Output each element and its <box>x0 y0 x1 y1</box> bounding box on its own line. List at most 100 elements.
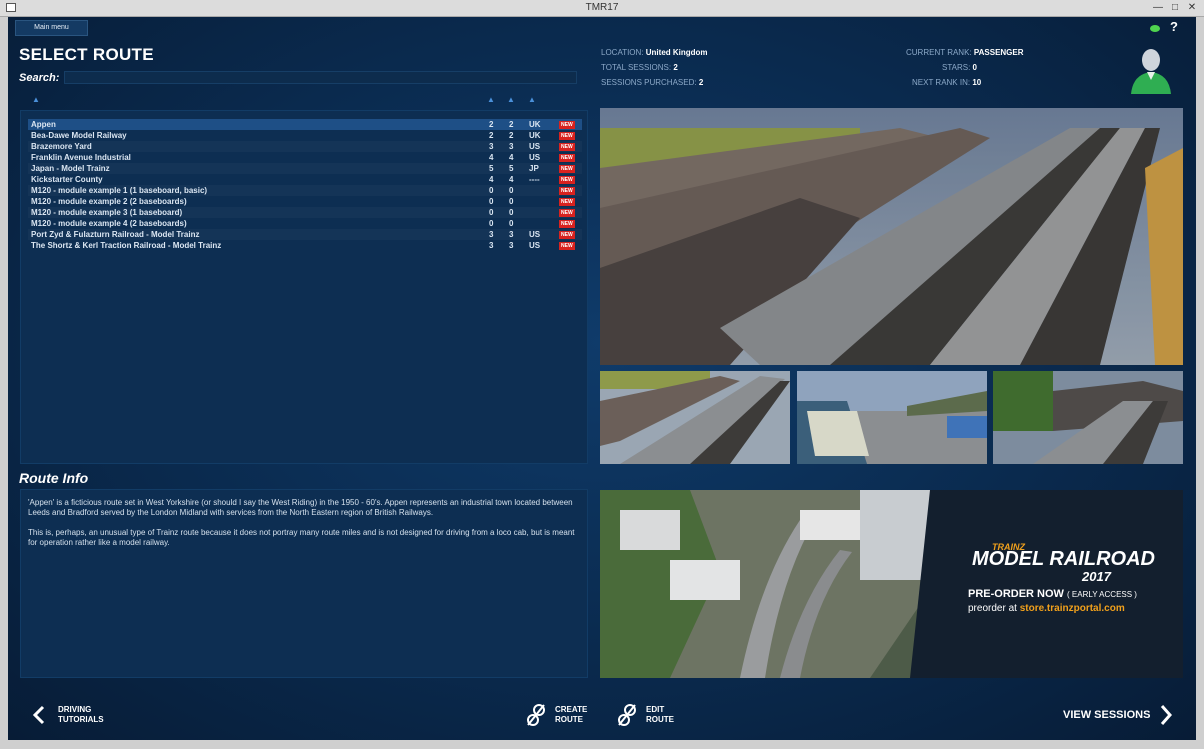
route-value-a: 2 <box>489 120 494 129</box>
route-region: JP <box>529 164 539 173</box>
help-icon[interactable]: ? <box>1170 19 1178 34</box>
route-name: Appen <box>31 120 56 129</box>
player-stats-left: LOCATION: United Kingdom TOTAL SESSIONS:… <box>601 48 708 93</box>
route-row[interactable]: M120 - module example 1 (1 baseboard, ba… <box>28 185 582 196</box>
new-badge: NEW <box>559 132 575 140</box>
driving-tutorials-label-2: TUTORIALS <box>58 715 104 724</box>
route-region: US <box>529 241 541 250</box>
create-route-label-1: CREATE <box>555 705 588 714</box>
current-rank-label: CURRENT RANK: <box>906 48 972 57</box>
route-value-a: 3 <box>489 230 494 239</box>
chat-icon[interactable] <box>1150 25 1160 32</box>
new-badge: NEW <box>559 242 575 250</box>
route-value-b: 4 <box>509 153 514 162</box>
window-frame-right <box>1196 17 1204 749</box>
view-sessions-button[interactable]: VIEW SESSIONS <box>1062 703 1177 727</box>
edit-route-button[interactable]: EDIT ROUTE <box>616 703 686 727</box>
route-name: Japan - Model Trainz <box>31 164 110 173</box>
sessions-purchased-value: 2 <box>698 78 704 87</box>
route-value-a: 5 <box>489 164 494 173</box>
create-route-icon <box>527 704 545 726</box>
route-row[interactable]: Franklin Avenue Industrial 4 4 US NEW <box>28 152 582 163</box>
next-rank-label: NEXT RANK IN: <box>912 78 971 87</box>
location-value: United Kingdom <box>645 48 708 57</box>
route-value-b: 0 <box>509 197 514 206</box>
route-value-b: 0 <box>509 186 514 195</box>
route-value-a: 4 <box>489 153 494 162</box>
new-badge: NEW <box>559 187 575 195</box>
next-rank-value: 10 <box>972 78 982 87</box>
window-title: TMR17 <box>585 2 619 13</box>
route-region: US <box>529 153 541 162</box>
sort-col-b-icon[interactable]: ▲ <box>507 95 515 104</box>
promo-banner[interactable]: TRAINZ MODEL RAILROAD 2017 PRE-ORDER NOW… <box>600 490 1183 678</box>
view-sessions-label: VIEW SESSIONS <box>1063 709 1151 721</box>
route-info-title: Route Info <box>19 470 89 486</box>
window-frame-left <box>0 17 8 749</box>
banner-preorder-text: PRE-ORDER NOW <box>968 588 1064 600</box>
route-value-b: 2 <box>509 120 514 129</box>
route-description: 'Appen' is a ficticious route set in Wes… <box>28 498 573 517</box>
main-menu-button[interactable]: Main menu <box>15 20 88 36</box>
route-name: M120 - module example 1 (1 baseboard, ba… <box>31 186 208 195</box>
route-region: US <box>529 230 541 239</box>
window-titlebar: TMR17 — □ ✕ <box>0 0 1204 17</box>
sort-name-icon[interactable]: ▲ <box>32 95 40 104</box>
route-value-a: 0 <box>489 208 494 217</box>
new-badge: NEW <box>559 231 575 239</box>
page-title: SELECT ROUTE <box>19 45 154 64</box>
route-row[interactable]: M120 - module example 2 (2 baseboards) 0… <box>28 196 582 207</box>
route-value-a: 0 <box>489 186 494 195</box>
player-stats-right: CURRENT RANK: PASSENGER STARS: 0 NEXT RA… <box>858 48 1068 93</box>
route-value-b: 5 <box>509 164 514 173</box>
route-thumbnail-2[interactable] <box>797 371 987 464</box>
create-route-button[interactable]: CREATE ROUTE <box>525 703 595 727</box>
route-row[interactable]: M120 - module example 4 (2 baseboards) 0… <box>28 218 582 229</box>
location-label: LOCATION: <box>601 48 644 57</box>
route-value-b: 4 <box>509 175 514 184</box>
banner-image <box>600 490 1183 678</box>
stars-label: STARS: <box>942 63 971 72</box>
minimize-button[interactable]: — <box>1151 2 1165 13</box>
route-value-b: 3 <box>509 230 514 239</box>
route-list[interactable]: Appen 2 2 UK NEW Bea-Dawe Model Railway … <box>20 110 588 464</box>
route-value-a: 0 <box>489 197 494 206</box>
new-badge: NEW <box>559 121 575 129</box>
current-rank-value: PASSENGER <box>973 48 1024 57</box>
new-badge: NEW <box>559 220 575 228</box>
search-label: Search: <box>19 72 60 84</box>
route-row[interactable]: M120 - module example 3 (1 baseboard) 0 … <box>28 207 582 218</box>
route-row[interactable]: The Shortz & Kerl Traction Railroad - Mo… <box>28 240 582 251</box>
route-value-b: 0 <box>509 208 514 217</box>
close-button[interactable]: ✕ <box>1185 2 1199 13</box>
route-value-b: 0 <box>509 219 514 228</box>
route-row[interactable]: Kickstarter County 4 4 ---- NEW <box>28 174 582 185</box>
route-name: M120 - module example 2 (2 baseboards) <box>31 197 187 206</box>
route-row[interactable]: Appen 2 2 UK NEW <box>28 119 582 130</box>
search-input[interactable] <box>64 71 577 84</box>
edit-route-label-1: EDIT <box>646 705 665 714</box>
chevron-left-icon <box>32 705 45 725</box>
route-thumbnail-3[interactable] <box>993 371 1183 464</box>
route-name: M120 - module example 4 (2 baseboards) <box>31 219 187 228</box>
route-row[interactable]: Bea-Dawe Model Railway 2 2 UK NEW <box>28 130 582 141</box>
driving-tutorials-label-1: DRIVING <box>58 705 92 714</box>
route-row[interactable]: Brazemore Yard 3 3 US NEW <box>28 141 582 152</box>
driving-tutorials-button[interactable]: DRIVING TUTORIALS <box>32 703 112 727</box>
app-area: Main menu ? SELECT ROUTE Search: ▲ ▲ ▲ ▲… <box>8 17 1196 740</box>
route-name: Bea-Dawe Model Railway <box>31 131 127 140</box>
sort-region-icon[interactable]: ▲ <box>528 95 536 104</box>
new-badge: NEW <box>559 176 575 184</box>
route-description: This is, perhaps, an unusual type of Tra… <box>28 528 575 547</box>
stars-value: 0 <box>972 63 977 72</box>
banner-year: 2017 <box>1082 569 1111 584</box>
route-region: UK <box>529 120 541 129</box>
maximize-button[interactable]: □ <box>1168 2 1182 13</box>
avatar <box>1131 49 1171 94</box>
sort-col-a-icon[interactable]: ▲ <box>487 95 495 104</box>
window-frame-bottom <box>0 740 1204 749</box>
route-thumbnail-1[interactable] <box>600 371 790 464</box>
banner-preorder: PRE-ORDER NOW ( EARLY ACCESS ) <box>968 588 1137 600</box>
route-row[interactable]: Port Zyd & Fulazturn Railroad - Model Tr… <box>28 229 582 240</box>
route-row[interactable]: Japan - Model Trainz 5 5 JP NEW <box>28 163 582 174</box>
